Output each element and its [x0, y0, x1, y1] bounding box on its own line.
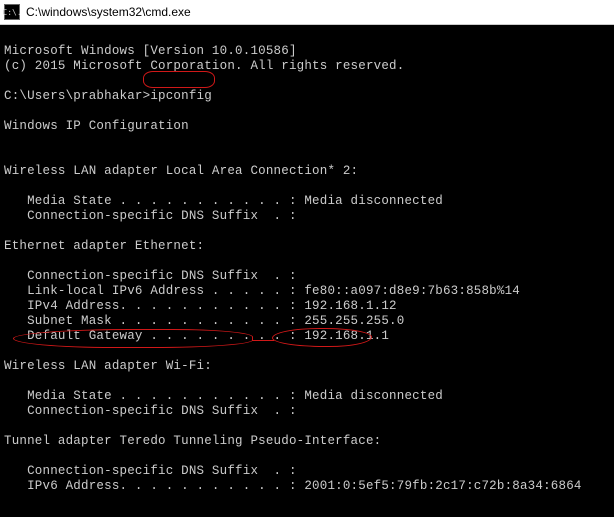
- copyright-line: (c) 2015 Microsoft Corporation. All righ…: [4, 59, 404, 73]
- annotation-circle-ipconfig: [143, 71, 215, 88]
- ipv6-link-local-line: Link-local IPv6 Address . . . . . : fe80…: [4, 284, 520, 298]
- adapter-header-teredo: Tunnel adapter Teredo Tunneling Pseudo-I…: [4, 434, 381, 448]
- adapter-header-wifi: Wireless LAN adapter Wi-Fi:: [4, 359, 212, 373]
- dns-suffix-line: Connection-specific DNS Suffix . :: [4, 464, 297, 478]
- default-gateway-line: Default Gateway . . . . . . . . . : 192.…: [4, 329, 389, 343]
- ipv6-address-line: IPv6 Address. . . . . . . . . . . : 2001…: [4, 479, 582, 493]
- adapter-header-wlan2: Wireless LAN adapter Local Area Connecti…: [4, 164, 358, 178]
- prompt: C:\Users\prabhakar>: [4, 89, 150, 103]
- dns-suffix-line: Connection-specific DNS Suffix . :: [4, 269, 297, 283]
- subnet-mask-line: Subnet Mask . . . . . . . . . . . : 255.…: [4, 314, 404, 328]
- dns-suffix-line: Connection-specific DNS Suffix . :: [4, 209, 297, 223]
- adapter-header-ethernet: Ethernet adapter Ethernet:: [4, 239, 204, 253]
- cmd-icon: C:\.: [4, 4, 20, 20]
- media-state-line: Media State . . . . . . . . . . . : Medi…: [4, 389, 443, 403]
- os-version-line: Microsoft Windows [Version 10.0.10586]: [4, 44, 297, 58]
- dns-suffix-line: Connection-specific DNS Suffix . :: [4, 404, 297, 418]
- window-title: C:\windows\system32\cmd.exe: [26, 5, 191, 19]
- media-state-line: Media State . . . . . . . . . . . : Medi…: [4, 194, 443, 208]
- terminal-output[interactable]: Microsoft Windows [Version 10.0.10586] (…: [0, 25, 614, 517]
- command-ipconfig: ipconfig: [150, 89, 212, 103]
- ipconfig-header: Windows IP Configuration: [4, 119, 189, 133]
- ipv4-address-line: IPv4 Address. . . . . . . . . . . : 192.…: [4, 299, 397, 313]
- window-titlebar[interactable]: C:\. C:\windows\system32\cmd.exe: [0, 0, 614, 25]
